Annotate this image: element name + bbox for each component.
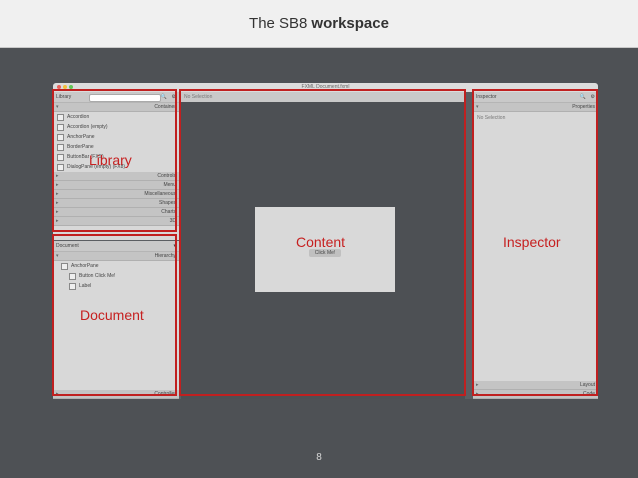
library-overlay-label: Library bbox=[89, 152, 132, 168]
inspector-overlay-label: Inspector bbox=[503, 234, 561, 250]
document-overlay-label: Document bbox=[80, 307, 144, 323]
slide-title-bold: workspace bbox=[311, 15, 389, 32]
slide-page-number: 8 bbox=[316, 452, 322, 463]
slide-title: The SB8 workspace bbox=[0, 0, 638, 48]
content-overlay-label: Content bbox=[296, 234, 346, 250]
slide-title-prefix: The SB8 bbox=[249, 15, 308, 32]
